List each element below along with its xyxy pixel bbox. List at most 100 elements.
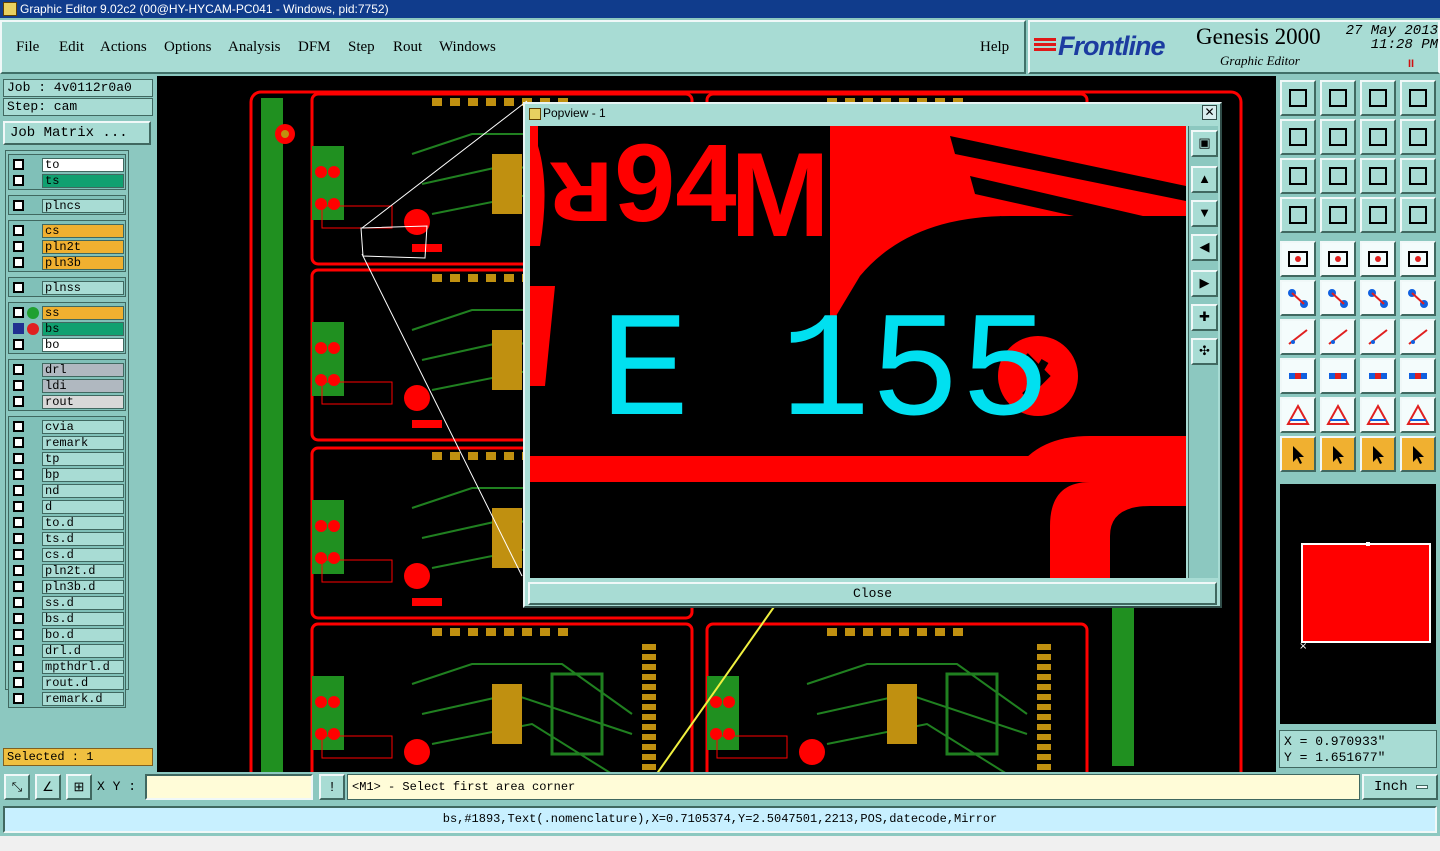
layer-checkbox[interactable] [13, 549, 24, 560]
layer-row-ts[interactable]: ts [9, 173, 127, 189]
layer-name[interactable]: drl [42, 363, 124, 377]
layer-name[interactable]: plnss [42, 281, 124, 295]
add-line-icon[interactable] [1320, 241, 1356, 277]
scale-1to2-icon[interactable] [1360, 158, 1396, 194]
layer-row-pln2t[interactable]: pln2t [9, 239, 127, 255]
layer-checkbox[interactable] [13, 597, 24, 608]
layer-checkbox[interactable] [13, 307, 24, 318]
rotate-icon[interactable] [1360, 119, 1396, 155]
layer-checkbox[interactable] [13, 241, 24, 252]
layer-colors-icon[interactable] [1360, 197, 1396, 233]
pan-right-icon[interactable]: ▶ [1191, 270, 1218, 297]
layer-colors-alt-icon[interactable] [1400, 197, 1436, 233]
layer-checkbox[interactable] [13, 517, 24, 528]
layer-row-tp[interactable]: tp [9, 451, 127, 467]
layer-name[interactable]: ts.d [42, 532, 124, 546]
triangle-c-icon[interactable] [1360, 397, 1396, 433]
layer-row-bs.d[interactable]: bs.d [9, 611, 127, 627]
layer-row-rout.d[interactable]: rout.d [9, 675, 127, 691]
layer-row-cs[interactable]: cs [9, 223, 127, 239]
layer-checkbox[interactable] [13, 613, 24, 624]
layer-row-pln2t.d[interactable]: pln2t.d [9, 563, 127, 579]
unit-selector[interactable]: Inch [1362, 774, 1438, 800]
menu-rout[interactable]: Rout [393, 39, 422, 56]
layer-name[interactable]: remark [42, 436, 124, 450]
menu-help[interactable]: Help [980, 39, 1009, 56]
layer-name[interactable]: ss [42, 306, 124, 320]
layer-name[interactable]: bs [42, 322, 124, 336]
layer-name[interactable]: tp [42, 452, 124, 466]
angle-line-icon[interactable] [1280, 319, 1316, 355]
triangle-b-icon[interactable] [1320, 397, 1356, 433]
layer-name[interactable]: ldi [42, 379, 124, 393]
line-pad-icon[interactable] [1360, 280, 1396, 316]
layer-row-bo[interactable]: bo [9, 337, 127, 353]
layer-row-cs.d[interactable]: cs.d [9, 547, 127, 563]
layer-row-rout[interactable]: rout [9, 394, 127, 410]
split-view-icon[interactable] [1400, 80, 1436, 116]
layer-checkbox[interactable] [13, 323, 24, 334]
layer-checkbox[interactable] [13, 645, 24, 656]
add-pad-icon[interactable] [1280, 241, 1316, 277]
bottom-view-icon[interactable] [1320, 80, 1356, 116]
triangle-d-icon[interactable] [1400, 397, 1436, 433]
layer-checkbox[interactable] [13, 200, 24, 211]
menu-edit[interactable]: Edit [59, 39, 84, 56]
layer-name[interactable]: d [42, 500, 124, 514]
menu-options[interactable]: Options [164, 39, 212, 56]
layer-row-bs[interactable]: bs [9, 321, 127, 337]
menu-step[interactable]: Step [348, 39, 375, 56]
snap-settings-icon[interactable] [1280, 197, 1316, 233]
alert-icon[interactable]: ! [319, 774, 345, 800]
layer-name[interactable]: pln2t.d [42, 564, 124, 578]
layer-name[interactable]: ts [42, 174, 124, 188]
menu-analysis[interactable]: Analysis [228, 39, 281, 56]
layer-checkbox[interactable] [13, 629, 24, 640]
layer-row-nd[interactable]: nd [9, 483, 127, 499]
pan-up-icon[interactable]: ▲ [1191, 166, 1218, 193]
layer-name[interactable]: pln3b [42, 256, 124, 270]
arrow-pad-icon[interactable] [1400, 280, 1436, 316]
menu-dfm[interactable]: DFM [298, 39, 331, 56]
layer-checkbox[interactable] [13, 485, 24, 496]
layer-checkbox[interactable] [13, 421, 24, 432]
layer-row-pln3b.d[interactable]: pln3b.d [9, 579, 127, 595]
zoom-in-icon[interactable]: ✚ [1191, 304, 1218, 331]
mirror-right-icon[interactable] [1320, 119, 1356, 155]
zoom-out-icon[interactable]: ✣ [1191, 338, 1218, 365]
select-pointer-icon[interactable] [1280, 436, 1316, 472]
layer-row-ss.d[interactable]: ss.d [9, 595, 127, 611]
fit-icon[interactable] [1280, 158, 1316, 194]
layer-name[interactable]: bo.d [42, 628, 124, 642]
layer-row-ldi[interactable]: ldi [9, 378, 127, 394]
layer-checkbox[interactable] [13, 396, 24, 407]
layer-name[interactable]: nd [42, 484, 124, 498]
layer-row-pln3b[interactable]: pln3b [9, 255, 127, 271]
pan-down-icon[interactable]: ▼ [1191, 200, 1218, 227]
xy-input[interactable] [145, 774, 313, 800]
layer-name[interactable]: bs.d [42, 612, 124, 626]
measure-icon[interactable]: ∠ [35, 774, 61, 800]
layer-row-bp[interactable]: bp [9, 467, 127, 483]
pad-select-icon[interactable] [1400, 241, 1436, 277]
layer-name[interactable]: to [42, 158, 124, 172]
select-box-icon[interactable] [1320, 436, 1356, 472]
layer-row-drl[interactable]: drl [9, 362, 127, 378]
pan-left-icon[interactable]: ◀ [1191, 234, 1218, 261]
layer-row-bo.d[interactable]: bo.d [9, 627, 127, 643]
layer-row-remark.d[interactable]: remark.d [9, 691, 127, 707]
layer-name[interactable]: rout [42, 395, 124, 409]
layer-name[interactable]: bp [42, 468, 124, 482]
layer-row-ts.d[interactable]: ts.d [9, 531, 127, 547]
layer-row-plnss[interactable]: plnss [9, 280, 127, 296]
layer-checkbox[interactable] [13, 175, 24, 186]
layer-checkbox[interactable] [13, 581, 24, 592]
layer-row-ss[interactable]: ss [9, 305, 127, 321]
layer-name[interactable]: mpthdrl.d [42, 660, 124, 674]
snap-icon[interactable]: ⤡ [4, 774, 30, 800]
layer-row-cvia[interactable]: cvia [9, 419, 127, 435]
popview-close-button[interactable]: Close [528, 582, 1217, 605]
close-icon[interactable]: ✕ [1202, 105, 1217, 120]
layer-row-d[interactable]: d [9, 499, 127, 515]
layer-row-to[interactable]: to [9, 157, 127, 173]
